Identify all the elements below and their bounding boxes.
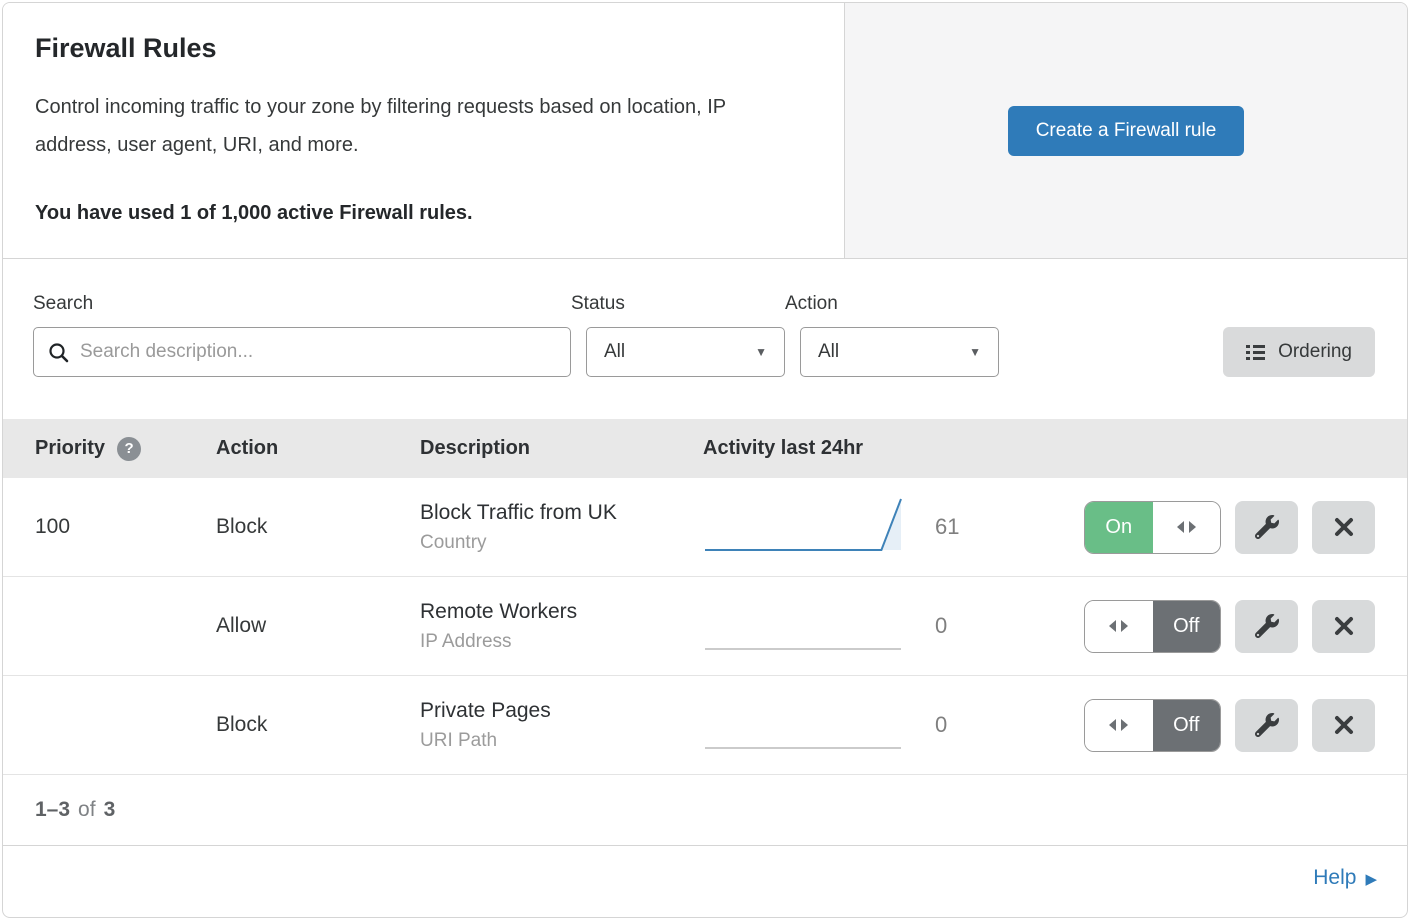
- table-header: Priority ? Action Description Activity l…: [3, 419, 1407, 478]
- drag-handle-icon: [1085, 601, 1153, 652]
- create-firewall-rule-button[interactable]: Create a Firewall rule: [1008, 106, 1245, 156]
- table-row: Allow Remote Workers IP Address 0 Off: [3, 577, 1407, 676]
- wrench-icon: [1255, 713, 1279, 737]
- ordering-button[interactable]: Ordering: [1223, 327, 1375, 377]
- header-text-block: Firewall Rules Control incoming traffic …: [3, 3, 845, 258]
- priority-cell: 100: [35, 515, 216, 539]
- status-filter: Status All ▼: [571, 293, 785, 377]
- status-select[interactable]: All ▼: [586, 327, 785, 377]
- help-link-label: Help: [1313, 866, 1356, 890]
- pagination-of-label: of: [78, 798, 96, 822]
- activity-cell: [703, 689, 908, 761]
- drag-handle-icon: [1085, 700, 1153, 751]
- rule-match-type: URI Path: [420, 730, 703, 752]
- priority-header-label: Priority: [35, 437, 105, 460]
- column-activity: Activity last 24hr: [703, 437, 863, 460]
- toggle-on-label: On: [1085, 502, 1153, 553]
- firewall-rules-panel: Firewall Rules Control incoming traffic …: [2, 2, 1408, 918]
- activity-sparkline: [703, 689, 908, 755]
- drag-handle-icon: [1153, 502, 1221, 553]
- header-section: Firewall Rules Control incoming traffic …: [3, 3, 1407, 259]
- rule-description: Remote Workers: [420, 600, 703, 624]
- activity-cell: [703, 590, 908, 662]
- help-bar: Help ▶: [3, 846, 1407, 910]
- action-cell: Allow: [216, 614, 420, 638]
- wrench-icon: [1255, 515, 1279, 539]
- row-controls: Off: [1084, 600, 1375, 653]
- action-filter: Action All ▼: [785, 293, 999, 377]
- wrench-icon: [1255, 614, 1279, 638]
- pagination-total: 3: [104, 798, 116, 822]
- action-select[interactable]: All ▼: [800, 327, 999, 377]
- edit-rule-button[interactable]: [1235, 600, 1298, 653]
- delete-rule-button[interactable]: [1312, 600, 1375, 653]
- rule-toggle[interactable]: Off: [1084, 699, 1221, 752]
- ordering-button-label: Ordering: [1278, 341, 1352, 363]
- search-box: [33, 327, 571, 377]
- activity-sparkline: [703, 491, 908, 557]
- activity-count: 61: [908, 514, 1028, 540]
- description-cell: Private Pages URI Path: [420, 699, 703, 752]
- toggle-off-label: Off: [1153, 601, 1221, 652]
- activity-count: 0: [908, 712, 1028, 738]
- chevron-down-icon: ▼: [969, 345, 981, 359]
- rule-description: Private Pages: [420, 699, 703, 723]
- activity-count: 0: [908, 613, 1028, 639]
- chevron-down-icon: ▼: [755, 345, 767, 359]
- ordered-list-icon: [1246, 345, 1265, 360]
- usage-summary: You have used 1 of 1,000 active Firewall…: [35, 202, 812, 225]
- action-select-value: All: [818, 341, 839, 363]
- activity-sparkline: [703, 590, 908, 656]
- help-question-icon[interactable]: ?: [117, 437, 141, 461]
- table-row: 100 Block Block Traffic from UK Country …: [3, 478, 1407, 577]
- search-label: Search: [33, 293, 571, 315]
- search-input[interactable]: [34, 328, 570, 376]
- activity-cell: [703, 491, 908, 563]
- edit-rule-button[interactable]: [1235, 699, 1298, 752]
- delete-rule-button[interactable]: [1312, 699, 1375, 752]
- rule-toggle[interactable]: Off: [1084, 600, 1221, 653]
- delete-rule-button[interactable]: [1312, 501, 1375, 554]
- edit-rule-button[interactable]: [1235, 501, 1298, 554]
- header-action-panel: Create a Firewall rule: [845, 3, 1407, 258]
- row-controls: Off: [1084, 699, 1375, 752]
- column-description: Description: [420, 437, 703, 460]
- description-cell: Remote Workers IP Address: [420, 600, 703, 653]
- search-filter: Search: [33, 293, 571, 377]
- action-cell: Block: [216, 713, 420, 737]
- status-select-value: All: [604, 341, 625, 363]
- status-label: Status: [571, 293, 785, 315]
- close-icon: [1334, 715, 1354, 735]
- toggle-off-label: Off: [1153, 700, 1221, 751]
- pagination-range: 1–3: [35, 798, 70, 822]
- column-priority: Priority ?: [35, 437, 216, 461]
- table-row: Block Private Pages URI Path 0 Off: [3, 676, 1407, 775]
- filter-bar: Search Status All ▼ Action All ▼: [3, 259, 1407, 419]
- arrow-right-icon: ▶: [1365, 870, 1377, 887]
- rule-toggle[interactable]: On: [1084, 501, 1221, 554]
- pagination-bar: 1–3 of 3: [3, 775, 1407, 846]
- close-icon: [1334, 616, 1354, 636]
- rule-description: Block Traffic from UK: [420, 501, 703, 525]
- help-link[interactable]: Help ▶: [1313, 866, 1377, 890]
- row-controls: On: [1084, 501, 1375, 554]
- page-description: Control incoming traffic to your zone by…: [35, 88, 805, 164]
- action-label: Action: [785, 293, 999, 315]
- rule-match-type: Country: [420, 532, 703, 554]
- close-icon: [1334, 517, 1354, 537]
- description-cell: Block Traffic from UK Country: [420, 501, 703, 554]
- rule-match-type: IP Address: [420, 631, 703, 653]
- action-cell: Block: [216, 515, 420, 539]
- column-action: Action: [216, 437, 420, 460]
- search-icon: [47, 341, 71, 365]
- page-title: Firewall Rules: [35, 33, 812, 64]
